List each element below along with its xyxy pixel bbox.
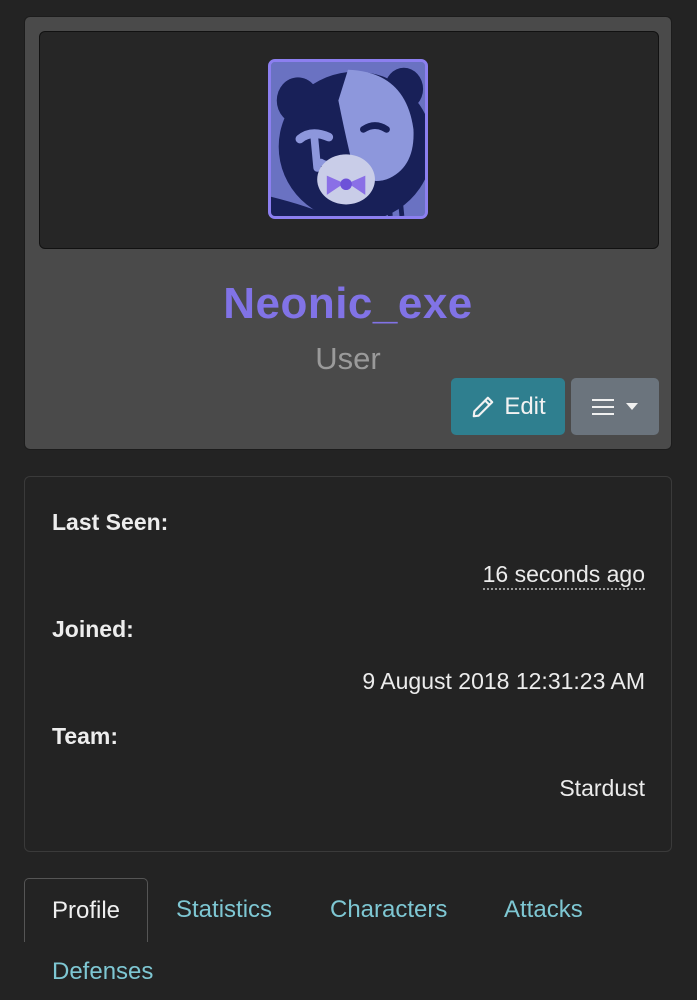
- profile-banner: [39, 31, 659, 249]
- hamburger-icon: [592, 398, 614, 415]
- avatar-image: [271, 62, 425, 216]
- avatar[interactable]: [268, 59, 428, 219]
- team-value[interactable]: Stardust: [559, 775, 645, 802]
- tab-profile[interactable]: Profile: [24, 878, 148, 942]
- last-seen-time: 16 seconds ago: [482, 561, 645, 590]
- profile-card: Neonic_exe User Edit: [24, 16, 672, 450]
- last-seen-label: Last Seen:: [52, 509, 169, 535]
- options-menu-button[interactable]: [571, 378, 659, 435]
- joined-label: Joined:: [52, 616, 134, 642]
- user-role: User: [315, 341, 381, 376]
- tab-defenses[interactable]: Defenses: [52, 958, 153, 986]
- joined-value: 9 August 2018 12:31:23 AM: [362, 668, 645, 694]
- caret-down-icon: [626, 402, 638, 410]
- username: Neonic_exe: [223, 279, 473, 328]
- team-label: Team:: [52, 723, 119, 749]
- tab-attacks[interactable]: Attacks: [504, 896, 583, 924]
- profile-tabs: Profile Statistics Characters Attacks De…: [0, 876, 697, 1000]
- last-seen-value: 16 seconds ago: [482, 561, 645, 590]
- edit-button-label: Edit: [504, 392, 546, 420]
- edit-button[interactable]: Edit: [451, 378, 565, 435]
- user-info-card: Last Seen: 16 seconds ago Joined: 9 Augu…: [24, 476, 672, 852]
- tab-statistics[interactable]: Statistics: [176, 896, 272, 924]
- pencil-icon: [473, 396, 494, 417]
- tab-characters[interactable]: Characters: [330, 896, 447, 924]
